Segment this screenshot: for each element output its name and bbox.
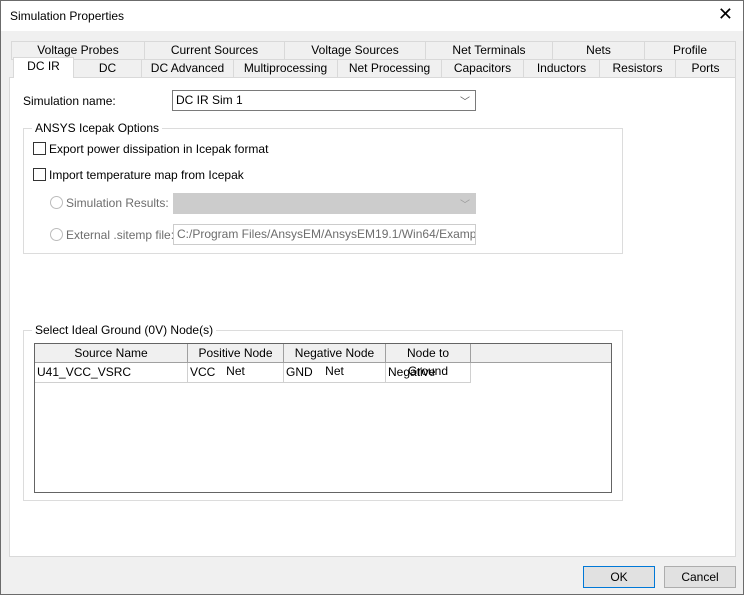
table-cell[interactable]: U41_VCC_VSRC [35, 363, 188, 383]
tab-inductors[interactable]: Inductors [523, 59, 600, 78]
tab-dc[interactable]: DC [73, 59, 142, 78]
close-icon[interactable]: ✕ [718, 4, 733, 25]
dialog-window: Simulation Properties ✕ Voltage Probes C… [0, 0, 744, 595]
simulation-name-label: Simulation name: [23, 94, 116, 108]
column-header-node-to-ground[interactable]: Node to Ground [386, 344, 471, 378]
external-sitemp-label: External .sitemp file: [66, 228, 175, 242]
tab-multiprocessing[interactable]: Multiprocessing [233, 59, 338, 78]
tab-resistors[interactable]: Resistors [599, 59, 676, 78]
tab-ports[interactable]: Ports [675, 59, 736, 78]
column-header-positive-node-net[interactable]: Positive Node Net [188, 344, 284, 378]
import-temperature-checkbox[interactable] [33, 168, 46, 181]
ok-button[interactable]: OK [583, 566, 655, 588]
table-cell[interactable]: GND [284, 363, 386, 383]
tab-net-processing[interactable]: Net Processing [337, 59, 442, 78]
tab-dc-advanced[interactable]: DC Advanced [141, 59, 234, 78]
tab-net-terminals[interactable]: Net Terminals [425, 41, 553, 60]
simulation-name-dropdown[interactable]: DC IR Sim 1 ﹀ [172, 90, 476, 111]
export-power-label: Export power dissipation in Icepak forma… [49, 142, 269, 156]
table-cell[interactable]: VCC [188, 363, 284, 383]
title-bar: Simulation Properties ✕ [1, 1, 743, 31]
tab-voltage-sources[interactable]: Voltage Sources [284, 41, 426, 60]
window-title: Simulation Properties [10, 9, 125, 23]
chevron-down-icon: ﹀ [460, 97, 470, 108]
column-header-empty [471, 344, 611, 363]
simulation-results-label: Simulation Results: [66, 196, 169, 210]
icepak-group-label: ANSYS Icepak Options [32, 121, 163, 135]
tab-current-sources[interactable]: Current Sources [144, 41, 285, 60]
tab-dc-ir[interactable]: DC IR [13, 57, 74, 78]
tab-profile[interactable]: Profile [644, 41, 736, 60]
simulation-results-dropdown[interactable]: ﹀ [173, 193, 476, 214]
tab-capacitors[interactable]: Capacitors [441, 59, 524, 78]
ground-nodes-table: Source Name Positive Node Net Negative N… [34, 343, 612, 493]
column-header-source-name[interactable]: Source Name [35, 344, 188, 363]
ideal-ground-group-label: Select Ideal Ground (0V) Node(s) [32, 323, 217, 337]
simulation-results-radio[interactable] [50, 196, 63, 209]
cancel-button[interactable]: Cancel [664, 566, 736, 588]
export-power-checkbox[interactable] [33, 142, 46, 155]
external-sitemp-input[interactable]: C:/Program Files/AnsysEM/AnsysEM19.1/Win… [173, 224, 476, 245]
table-cell[interactable]: Negative [386, 363, 471, 383]
tab-nets[interactable]: Nets [552, 41, 645, 60]
import-temperature-label: Import temperature map from Icepak [49, 168, 244, 182]
chevron-down-icon: ﹀ [460, 200, 470, 211]
column-header-negative-node-net[interactable]: Negative Node Net [284, 344, 386, 378]
external-sitemp-radio[interactable] [50, 228, 63, 241]
simulation-name-value: DC IR Sim 1 [176, 93, 243, 107]
